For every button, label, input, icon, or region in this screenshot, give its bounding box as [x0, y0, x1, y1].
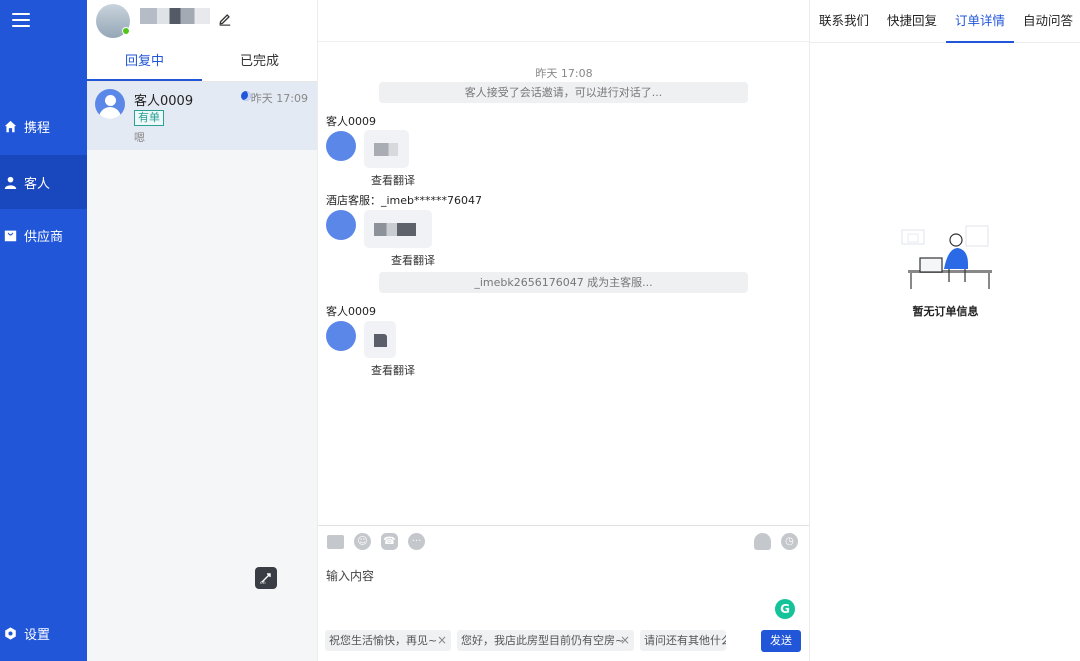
conversation-item[interactable]: 客人0009 有单 嗯 昨天 17:09 — [87, 82, 317, 150]
input-divider — [318, 525, 810, 526]
conversation-list-panel: 回复中 已完成 客人0009 有单 嗯 昨天 17:09 en — [87, 0, 317, 661]
home-icon — [4, 120, 17, 132]
conversation-tabs: 回复中 已完成 — [87, 42, 317, 82]
phone-icon[interactable]: ☎ — [381, 533, 398, 550]
detail-panel: 联系我们 快捷回复 订单详情 自动问答 暂无订单信息 — [809, 0, 1080, 661]
system-message: _imebk2656176047 成为主客服... — [379, 272, 748, 293]
menu-icon[interactable] — [12, 13, 30, 27]
bag-icon — [4, 230, 17, 241]
edit-icon[interactable] — [218, 12, 232, 26]
gear-icon — [5, 626, 16, 640]
empty-state-illustration — [901, 225, 992, 289]
close-icon[interactable]: × — [620, 630, 630, 651]
blurred-content — [374, 223, 416, 236]
message-sender: 客人0009 — [326, 115, 376, 128]
send-button[interactable]: 发送 — [761, 630, 801, 652]
blurred-content — [374, 334, 387, 347]
quick-reply-chip[interactable]: 您好，我店此房型目前仍有空房~ × — [457, 630, 634, 651]
svg-text:en: en — [260, 581, 266, 585]
chat-panel: 昨天 17:08 客人接受了会话邀请，可以进行对话了... 客人0009 查看翻… — [317, 0, 810, 661]
nav-item-label: 携程 — [24, 120, 51, 136]
conversation-time: 昨天 17:09 — [250, 92, 308, 105]
history-clock-icon[interactable]: ◷ — [781, 533, 798, 550]
quick-reply-chip[interactable]: 请问还有其他什么 — [640, 630, 726, 651]
message-bubble — [364, 130, 409, 168]
view-translation-link[interactable]: 查看翻译 — [371, 362, 415, 378]
folder-icon[interactable] — [327, 535, 344, 549]
quick-reply-chip[interactable]: 祝您生活愉快，再见~ × — [325, 630, 451, 651]
nav-item-ctrip[interactable]: 携程 — [0, 99, 87, 153]
order-badge: 有单 — [134, 110, 164, 126]
tab-in-progress[interactable]: 回复中 — [87, 42, 202, 81]
system-message: 客人接受了会话邀请，可以进行对话了... — [379, 82, 748, 103]
user-icon — [4, 176, 17, 189]
guest-avatar — [95, 89, 125, 119]
view-translation-link[interactable]: 查看翻译 — [391, 252, 435, 268]
agent-avatar — [326, 210, 356, 240]
message-bubble — [364, 210, 432, 248]
message-timestamp: 昨天 17:08 — [535, 67, 593, 80]
quick-reply-text: 请问还有其他什么 — [644, 634, 726, 647]
detail-tabs: 联系我们 快捷回复 订单详情 自动问答 — [810, 0, 1080, 43]
message-input[interactable] — [326, 568, 746, 584]
quick-reply-text: 祝您生活愉快，再见~ — [329, 634, 438, 647]
sidebar-nav: 携程 客人 供应商 设置 — [0, 0, 87, 661]
nav-item-label: 设置 — [24, 627, 51, 643]
message-bubble — [364, 321, 396, 358]
more-icon[interactable]: ··· — [408, 533, 425, 550]
tab-completed[interactable]: 已完成 — [202, 42, 317, 81]
tab-quick-reply[interactable]: 快捷回复 — [886, 0, 938, 43]
agent-profile — [87, 0, 317, 42]
nav-item-supplier[interactable]: 供应商 — [0, 208, 87, 262]
message-sender: 酒店客服：_imeb******76047 — [326, 194, 483, 207]
nav-item-settings[interactable]: 设置 — [0, 606, 87, 660]
quick-reply-text: 您好，我店此房型目前仍有空房~ — [461, 634, 625, 647]
grammarly-icon[interactable]: G — [775, 599, 795, 619]
blurred-content — [374, 143, 398, 156]
conversation-name: 客人0009 — [134, 94, 194, 109]
translate-icon: en — [260, 573, 271, 585]
emoji-icon[interactable]: ☺ — [354, 533, 371, 550]
nav-item-guest[interactable]: 客人 — [0, 155, 87, 209]
transfer-user-icon[interactable] — [754, 533, 771, 550]
empty-order-text: 暂无订单信息 — [912, 305, 979, 318]
last-message-preview: 嗯 — [134, 131, 145, 144]
message-sender: 客人0009 — [326, 305, 376, 318]
nav-item-label: 客人 — [24, 176, 51, 192]
tab-auto-qa[interactable]: 自动问答 — [1022, 0, 1074, 43]
tab-order-details[interactable]: 订单详情 — [946, 0, 1014, 43]
chat-header — [318, 0, 809, 42]
guest-avatar — [326, 321, 356, 351]
tab-contact-us[interactable]: 联系我们 — [818, 0, 870, 43]
close-icon[interactable]: × — [437, 630, 447, 651]
nav-item-label: 供应商 — [24, 229, 64, 245]
view-translation-link[interactable]: 查看翻译 — [371, 172, 415, 188]
guest-avatar — [326, 131, 356, 161]
agent-avatar — [96, 4, 130, 38]
online-status-dot — [122, 27, 130, 35]
agent-name-blurred — [140, 8, 210, 24]
moon-icon — [241, 91, 251, 101]
translate-toggle-button[interactable]: en — [255, 567, 277, 589]
